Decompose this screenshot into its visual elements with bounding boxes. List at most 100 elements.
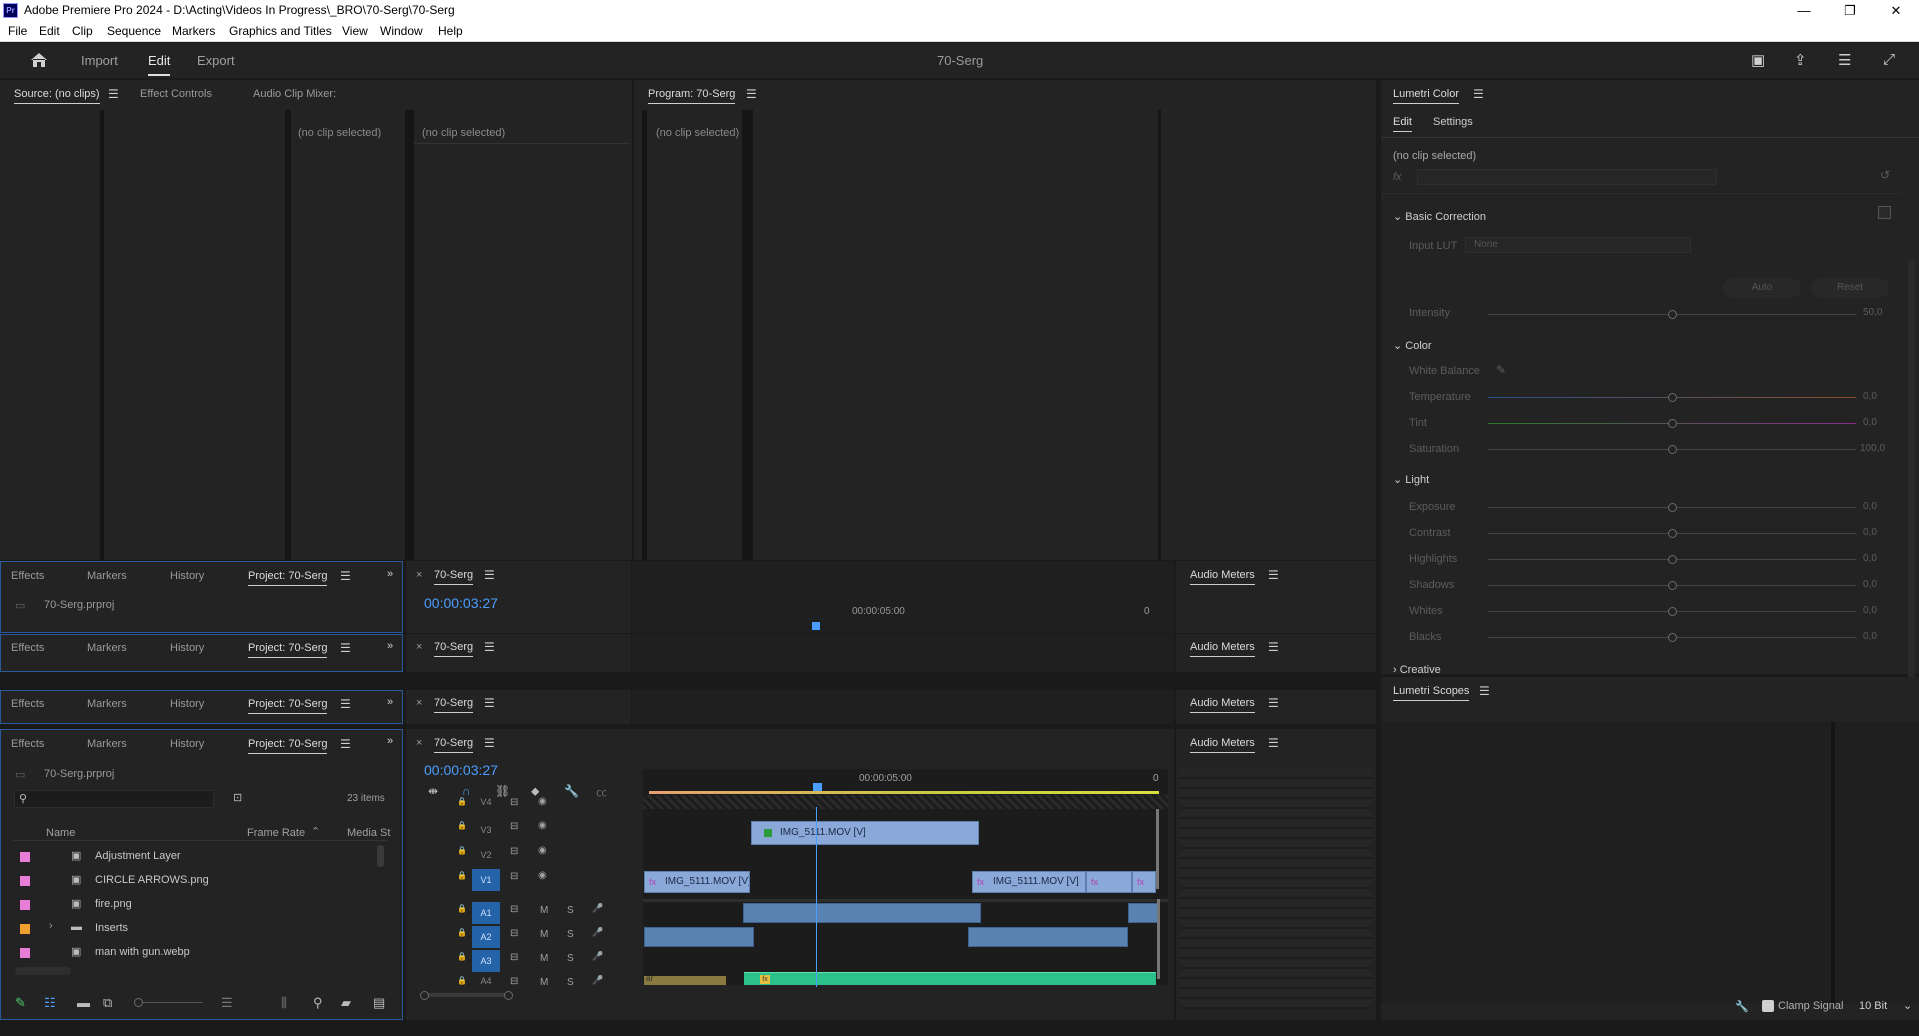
project-item[interactable]: › ▬ Inserts — [13, 919, 313, 939]
timeline-zoom-bar[interactable] — [424, 993, 508, 997]
clip-v1-d[interactable]: fx — [1132, 871, 1156, 893]
tab-effect-controls[interactable]: Effect Controls — [140, 88, 212, 100]
tab-history[interactable]: History — [170, 738, 204, 750]
microphone-icon[interactable]: 🎤 — [592, 975, 603, 986]
close-sequence-icon[interactable]: × — [416, 641, 422, 653]
lumetri-menu-icon[interactable]: ☰ — [1473, 87, 1484, 101]
track-lock-icon[interactable]: 🔒 — [457, 904, 467, 913]
new-item-icon[interactable]: ▤ — [373, 995, 385, 1011]
audio-meters-menu-icon[interactable]: ☰ — [1268, 696, 1279, 710]
eye-icon[interactable]: ◉ — [538, 796, 547, 807]
sync-lock-icon[interactable]: ⊟ — [510, 797, 518, 808]
panel-overflow-icon[interactable]: » — [387, 696, 393, 708]
intensity-knob[interactable] — [1668, 310, 1677, 319]
sync-lock-icon[interactable]: ⊟ — [510, 846, 518, 857]
tab-project[interactable]: Project: 70-Serg — [248, 738, 328, 754]
project-menu-icon[interactable]: ☰ — [340, 641, 351, 655]
solo-button[interactable]: S — [567, 905, 574, 916]
sequence-tab[interactable]: 70-Serg — [434, 737, 474, 753]
saturation-knob[interactable] — [1668, 445, 1677, 454]
snap-icon[interactable]: ∩ — [462, 784, 471, 798]
track-target-v3[interactable]: V3 — [472, 819, 500, 841]
track-divider[interactable] — [643, 899, 1168, 902]
column-media-start[interactable]: Media St — [347, 827, 390, 839]
panel-overflow-icon[interactable]: » — [387, 568, 393, 580]
sort-ascending-icon[interactable]: ⌃ — [311, 825, 320, 838]
timeline-vscroll[interactable] — [1156, 809, 1159, 889]
menu-graphics-and-titles[interactable]: Graphics and Titles — [229, 24, 332, 38]
project-item[interactable]: ▣ man with gun.webp — [13, 943, 313, 963]
sync-lock-icon[interactable]: ⊟ — [510, 871, 518, 882]
sequence-tab[interactable]: 70-Serg — [434, 641, 474, 657]
project-item[interactable]: ▣ CIRCLE ARROWS.png — [13, 871, 313, 891]
zoom-knob[interactable] — [134, 998, 143, 1007]
menu-clip[interactable]: Clip — [72, 24, 93, 38]
track-lock-icon[interactable]: 🔒 — [457, 952, 467, 961]
chevron-down-icon[interactable]: ⌄ — [1903, 999, 1912, 1012]
freeform-view-icon[interactable]: ⧉ — [103, 995, 112, 1011]
close-window-button[interactable]: ✕ — [1873, 0, 1919, 21]
tab-program[interactable]: Program: 70-Serg — [648, 88, 736, 104]
project-item[interactable]: ▣ Adjustment Layer — [13, 847, 313, 867]
project-hscroll[interactable] — [15, 967, 71, 975]
microphone-icon[interactable]: 🎤 — [592, 927, 603, 938]
audio-meters-menu-icon[interactable]: ☰ — [1268, 568, 1279, 582]
list-view-icon[interactable]: ☷ — [44, 995, 56, 1011]
track-target-v1[interactable]: V1 — [472, 869, 500, 891]
pencil-icon[interactable]: ✎ — [15, 995, 26, 1011]
zoom-handle-left[interactable] — [420, 991, 429, 1000]
fullscreen-icon[interactable]: ⤢ — [1883, 51, 1895, 68]
mute-button[interactable]: M — [540, 905, 548, 916]
home-icon[interactable] — [30, 52, 48, 68]
sync-lock-icon[interactable]: ⊟ — [510, 952, 518, 963]
tab-audio-clip-mixer[interactable]: Audio Clip Mixer: — [253, 88, 336, 100]
track-target-a3[interactable]: A3 — [472, 950, 500, 972]
track-lock-icon[interactable]: 🔒 — [457, 871, 467, 880]
light-slider-value[interactable]: 0,0 — [1863, 527, 1877, 538]
expand-chevron-icon[interactable]: › — [49, 920, 53, 932]
maximize-button[interactable]: ❐ — [1827, 0, 1873, 21]
clip-v3[interactable]: IMG_5111.MOV [V] — [751, 821, 979, 845]
sequence-tab[interactable]: 70-Serg — [434, 697, 474, 713]
menu-help[interactable]: Help — [438, 24, 463, 38]
track-target-a4[interactable]: A4 — [472, 974, 500, 988]
tab-markers[interactable]: Markers — [87, 698, 127, 710]
menu-window[interactable]: Window — [380, 24, 423, 38]
sequence-menu-icon[interactable]: ☰ — [484, 736, 495, 750]
audio-clip-a4-b[interactable] — [744, 972, 1156, 985]
zoom-handle-right[interactable] — [504, 991, 513, 1000]
new-bin-icon[interactable]: ▰ — [341, 995, 351, 1011]
temperature-value[interactable]: 0,0 — [1863, 391, 1877, 402]
close-sequence-icon[interactable]: × — [416, 737, 422, 749]
auto-button[interactable]: Auto — [1723, 278, 1801, 298]
sync-lock-icon[interactable]: ⊟ — [510, 928, 518, 939]
panel-overflow-icon[interactable]: » — [387, 640, 393, 652]
label-color-swatch[interactable] — [20, 876, 30, 886]
track-target-v4[interactable]: V4 — [472, 795, 500, 809]
clamp-signal-checkbox[interactable] — [1762, 1000, 1774, 1012]
tab-audio-meters[interactable]: Audio Meters — [1190, 641, 1255, 657]
audio-clip-a2-b[interactable] — [968, 927, 1128, 947]
track-target-a2[interactable]: A2 — [472, 926, 500, 948]
project-scrollbar[interactable] — [377, 845, 384, 867]
timeline-vscroll-audio[interactable] — [1157, 899, 1160, 979]
audio-clip-a4-a[interactable]: ar — [644, 974, 726, 985]
menu-sequence[interactable]: Sequence — [107, 24, 161, 38]
intensity-value[interactable]: 50,0 — [1863, 307, 1882, 318]
tab-project[interactable]: Project: 70-Serg — [248, 570, 328, 586]
solo-button[interactable]: S — [567, 977, 574, 988]
track-lock-icon[interactable]: 🔒 — [457, 846, 467, 855]
mute-button[interactable]: M — [540, 977, 548, 988]
sequence-menu-icon[interactable]: ☰ — [484, 640, 495, 654]
label-color-swatch[interactable] — [20, 948, 30, 958]
light-slider-knob[interactable] — [1668, 529, 1677, 538]
tab-markers[interactable]: Markers — [87, 738, 127, 750]
scopes-menu-icon[interactable]: ☰ — [1479, 684, 1490, 698]
basic-correction-header[interactable]: ⌄ Basic Correction — [1393, 210, 1486, 223]
sequence-tab[interactable]: 70-Serg — [434, 569, 474, 585]
microphone-icon[interactable]: 🎤 — [592, 903, 603, 914]
eye-icon[interactable]: ◉ — [538, 870, 547, 881]
playhead-line[interactable] — [816, 807, 817, 987]
tab-lumetri-color[interactable]: Lumetri Color — [1393, 88, 1460, 104]
tab-lumetri-settings[interactable]: Settings — [1433, 116, 1473, 128]
